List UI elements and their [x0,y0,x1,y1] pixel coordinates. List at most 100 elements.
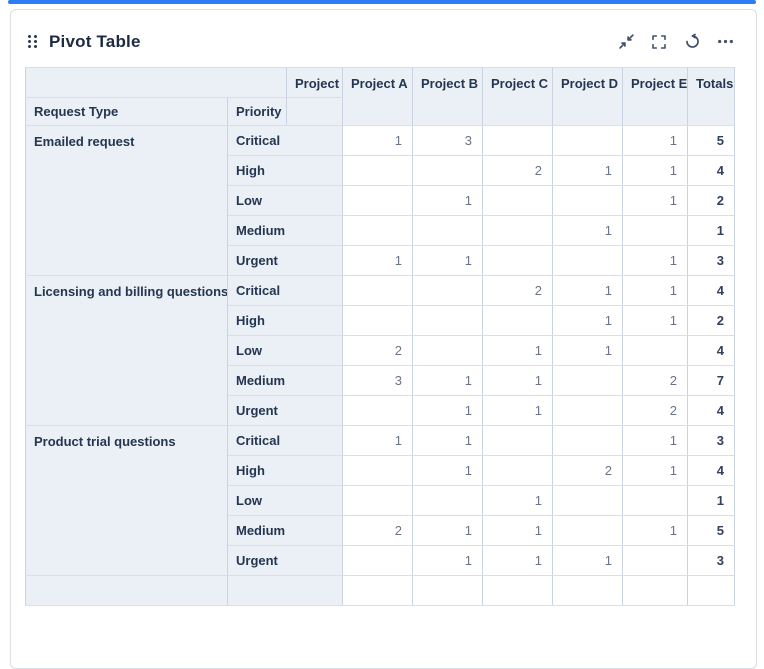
refresh-button[interactable] [683,33,701,51]
request-type-cell: Emailed request [25,125,228,276]
value-cell[interactable]: 2 [342,335,413,366]
value-cell[interactable]: 1 [412,425,483,456]
priority-cell: Urgent [227,245,343,276]
priority-cell: Critical [227,425,343,456]
column-dimension-header: Project [286,67,343,98]
request-type-cell: Product trial questions [25,425,228,576]
total-cell[interactable]: 4 [687,395,735,426]
value-cell[interactable]: 1 [622,275,688,306]
priority-cell: High [227,305,343,336]
value-cell[interactable]: 3 [342,365,413,396]
value-cell[interactable]: 2 [342,515,413,546]
value-cell[interactable]: 1 [622,515,688,546]
value-cell[interactable]: 1 [342,425,413,456]
value-cell[interactable]: 1 [552,275,623,306]
value-cell [552,425,623,456]
table-row: Emailed request Critical 1 3 1 5 [25,125,735,276]
value-cell[interactable]: 1 [552,335,623,366]
value-cell[interactable]: 1 [552,155,623,186]
value-cell[interactable]: 1 [552,215,623,246]
priority-cell [227,575,343,606]
value-cell[interactable]: 1 [622,245,688,276]
value-cell [342,395,413,426]
value-cell[interactable]: 2 [622,395,688,426]
more-button[interactable] [716,33,734,51]
value-cell[interactable]: 1 [622,155,688,186]
value-cell [342,185,413,216]
value-cell[interactable]: 1 [412,515,483,546]
refresh-icon [685,33,699,48]
fullscreen-button[interactable] [650,33,668,51]
total-cell[interactable]: 1 [687,485,735,516]
corner-empty-cell [25,67,287,98]
value-cell[interactable]: 1 [622,455,688,486]
value-cell[interactable]: 2 [482,275,553,306]
total-cell[interactable]: 3 [687,425,735,456]
total-cell[interactable]: 4 [687,275,735,306]
value-cell[interactable]: 1 [622,185,688,216]
total-cell[interactable]: 5 [687,125,735,156]
total-cell[interactable]: 1 [687,215,735,246]
minimize-icon [618,34,634,49]
value-cell [552,575,623,606]
total-cell[interactable]: 3 [687,545,735,576]
value-cell [482,245,553,276]
total-cell[interactable]: 7 [687,365,735,396]
value-cell[interactable]: 1 [482,545,553,576]
value-cell [552,365,623,396]
table-row: Product trial questions Critical 1 1 1 3 [25,425,735,576]
value-cell [552,185,623,216]
value-cell[interactable]: 1 [622,305,688,336]
value-cell [622,575,688,606]
value-cell[interactable]: 1 [482,485,553,516]
value-cell [622,335,688,366]
value-cell[interactable]: 1 [412,365,483,396]
minimize-button[interactable] [617,33,635,51]
value-cell[interactable]: 1 [552,545,623,576]
gadget-header: Pivot Table [11,10,756,67]
value-cell[interactable]: 1 [412,455,483,486]
value-cell [622,215,688,246]
column-header-project-e: Project E [622,67,688,126]
value-cell[interactable]: 2 [552,455,623,486]
total-cell[interactable]: 3 [687,245,735,276]
request-type-cell [25,575,228,606]
value-cell [342,305,413,336]
value-cell [412,275,483,306]
value-cell[interactable]: 1 [552,305,623,336]
value-cell[interactable]: 1 [482,515,553,546]
total-cell[interactable]: 2 [687,185,735,216]
priority-cell: Medium [227,215,343,246]
value-cell [482,125,553,156]
total-cell [687,575,735,606]
drag-handle-icon[interactable] [28,35,37,48]
total-cell[interactable]: 4 [687,155,735,186]
value-cell[interactable]: 1 [342,245,413,276]
value-cell [412,575,483,606]
priority-header: Priority [227,97,287,126]
priority-cell: Critical [227,125,343,156]
value-cell [342,575,413,606]
value-cell[interactable]: 1 [412,545,483,576]
value-cell[interactable]: 1 [412,245,483,276]
value-cell[interactable]: 2 [622,365,688,396]
value-cell[interactable]: 1 [482,395,553,426]
total-cell[interactable]: 5 [687,515,735,546]
value-cell[interactable]: 1 [412,185,483,216]
total-cell[interactable]: 4 [687,455,735,486]
value-cell[interactable]: 2 [482,155,553,186]
priority-cell: Urgent [227,545,343,576]
value-cell[interactable]: 1 [482,365,553,396]
value-cell[interactable]: 3 [412,125,483,156]
total-cell[interactable]: 2 [687,305,735,336]
total-cell[interactable]: 4 [687,335,735,366]
priority-spacer-cell [286,97,343,126]
value-cell[interactable]: 1 [342,125,413,156]
value-cell[interactable]: 1 [412,395,483,426]
value-cell [482,425,553,456]
value-cell [412,215,483,246]
value-cell[interactable]: 1 [622,425,688,456]
value-cell[interactable]: 1 [622,125,688,156]
value-cell[interactable]: 1 [482,335,553,366]
priority-cell: High [227,455,343,486]
